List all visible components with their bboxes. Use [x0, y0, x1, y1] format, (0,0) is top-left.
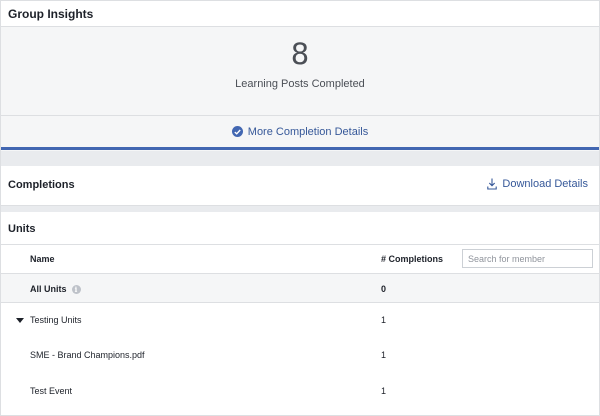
- units-divider: [1, 244, 599, 245]
- unit-name: Test Event: [30, 386, 73, 396]
- unit-count: 1: [381, 386, 387, 396]
- table-row[interactable]: Test Event 1: [1, 376, 599, 410]
- group-insights-panel: Group Insights 8 Learning Posts Complete…: [1, 1, 599, 151]
- more-completion-details-label: More Completion Details: [247, 125, 369, 138]
- caret-down-icon[interactable]: [16, 318, 24, 323]
- page-frame: Group Insights 8 Learning Posts Complete…: [0, 0, 600, 416]
- download-icon: [487, 178, 498, 190]
- column-header-name: Name: [30, 254, 55, 264]
- unit-count: 1: [381, 350, 387, 360]
- check-circle-icon: [231, 126, 243, 137]
- download-details-label: Download Details: [502, 178, 588, 190]
- more-completion-details-link[interactable]: More Completion Details: [1, 115, 599, 147]
- learning-posts-count: 8: [290, 37, 310, 71]
- group-insights-title: Group Insights: [1, 1, 599, 27]
- completions-title: Completions: [8, 179, 75, 191]
- download-details-link[interactable]: Download Details: [487, 178, 588, 190]
- completions-panel: Completions Download Details: [1, 166, 599, 206]
- table-row[interactable]: Testing Units 1: [1, 305, 599, 339]
- unit-count: 1: [381, 315, 387, 325]
- unit-name: SME - Brand Champions.pdf: [30, 350, 145, 360]
- learning-posts-label: Learning Posts Completed: [235, 78, 365, 90]
- units-panel: Units Name # Completions All Units i 0 T…: [1, 212, 599, 415]
- table-row-all-units: All Units i 0: [1, 273, 599, 303]
- info-icon[interactable]: i: [71, 284, 81, 294]
- table-row[interactable]: SME - Brand Champions.pdf 1: [1, 340, 599, 374]
- all-units-count: 0: [381, 284, 387, 294]
- units-title: Units: [8, 223, 36, 235]
- all-units-label: All Units: [30, 284, 67, 294]
- search-member-input[interactable]: [462, 249, 593, 268]
- column-header-completions: # Completions: [381, 254, 444, 264]
- unit-name: Testing Units: [30, 315, 82, 325]
- insights-accent-line: [1, 147, 599, 150]
